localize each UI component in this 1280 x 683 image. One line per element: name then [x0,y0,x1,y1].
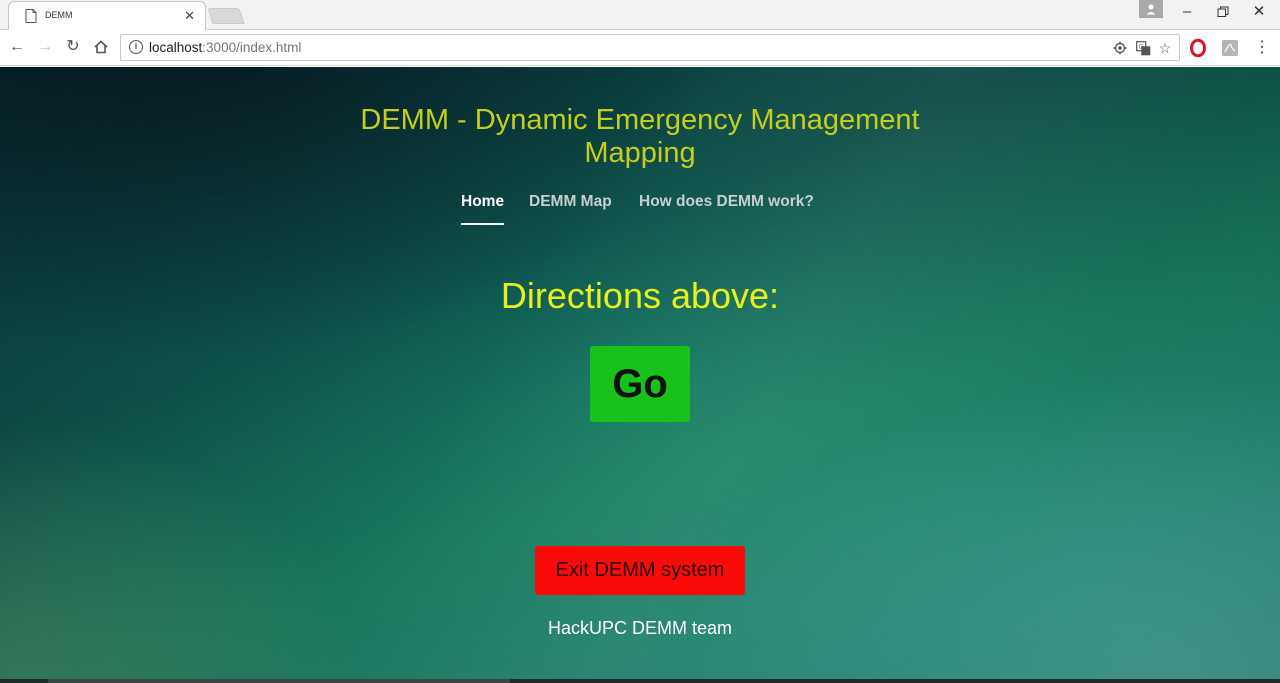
close-icon[interactable]: ✕ [1244,2,1274,22]
home-icon[interactable] [90,36,112,58]
pdf-icon[interactable] [1219,37,1241,59]
tab-title: DEMM [45,10,73,20]
restore-icon[interactable] [1208,2,1238,22]
opera-icon[interactable] [1187,37,1209,59]
profile-icon[interactable] [1139,0,1163,18]
back-icon[interactable]: ← [6,36,28,58]
new-tab-button[interactable] [207,8,245,24]
page-title: DEMM - Dynamic Emergency Management Mapp… [360,104,920,169]
nav-how-it-works[interactable]: How does DEMM work? [639,193,814,211]
reload-icon[interactable]: ↻ [62,36,84,58]
menu-icon[interactable]: ⋮ [1251,37,1273,59]
svg-text:G: G [1138,45,1143,51]
scrollbar-thumb[interactable] [48,679,510,683]
tab-close-icon[interactable]: ✕ [184,8,195,24]
go-button[interactable]: Go [590,346,690,422]
directions-heading: Directions above: [500,275,780,316]
address-bar[interactable]: i localhost:3000/index.html G ☆ [120,34,1180,61]
translate-icon[interactable]: G [1134,39,1152,57]
browser-toolbar: ← → ↻ i localhost:3000/index.html G ☆ ⋮ [0,30,1280,66]
nav-home[interactable]: Home [461,193,505,225]
url-text: localhost:3000/index.html [149,40,302,55]
exit-button[interactable]: Exit DEMM system [535,546,745,595]
page-icon [25,9,37,23]
page-viewport: DEMM - Dynamic Emergency Management Mapp… [0,67,1280,683]
browser-titlebar: DEMM ✕ – ✕ [0,0,1280,31]
location-icon[interactable] [1111,39,1129,57]
minimize-icon[interactable]: – [1172,2,1202,22]
star-icon[interactable]: ☆ [1156,39,1174,57]
site-nav: Home DEMM Map How does DEMM work? [0,193,1280,229]
footer-text: HackUPC DEMM team [547,618,733,638]
browser-tab[interactable]: DEMM ✕ [8,1,206,31]
horizontal-scrollbar[interactable] [0,679,1280,683]
forward-icon[interactable]: → [34,36,56,58]
nav-demm-map[interactable]: DEMM Map [529,193,612,211]
info-icon[interactable]: i [129,40,143,54]
